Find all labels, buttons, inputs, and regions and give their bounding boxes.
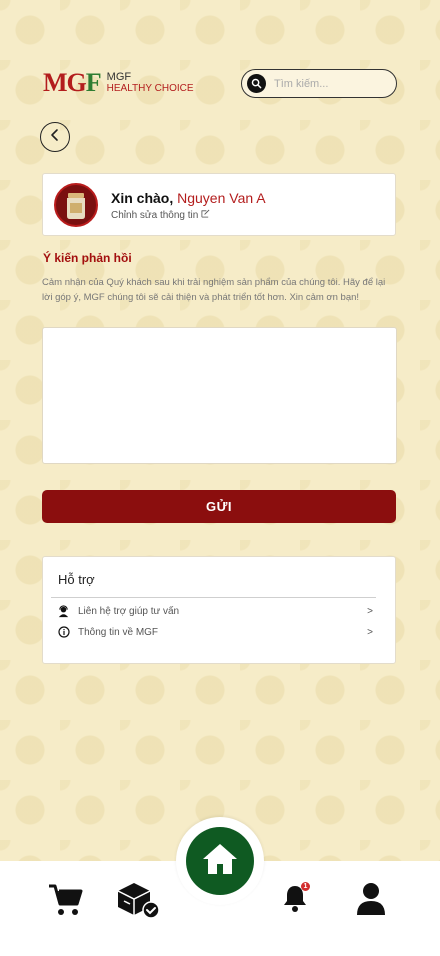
support-item-contact[interactable]: Liên hệ trợ giúp tư vấn >	[57, 603, 373, 619]
support-title: Hỗ trợ	[58, 572, 95, 587]
brand-logo[interactable]: MGF MGF HEALTHY CHOICE	[43, 66, 203, 100]
support-agent-icon	[57, 604, 70, 618]
chevron-right-icon: >	[367, 626, 373, 638]
logo-line-1: MGF	[106, 70, 132, 83]
support-card: Hỗ trợ Liên hệ trợ giúp tư vấn > Thông t…	[42, 556, 396, 664]
delivery-box-icon[interactable]	[116, 881, 160, 919]
logo-line-2: HEALTHY CHOICE	[106, 82, 194, 94]
search-icon[interactable]	[247, 74, 266, 93]
feedback-title: Ý kiến phản hồi	[43, 251, 132, 265]
edit-icon	[201, 209, 210, 221]
profile-card: Xin chào, Nguyen Van A Chỉnh sửa thông t…	[42, 173, 396, 236]
user-name: Nguyen Van A	[177, 190, 266, 206]
search-bar[interactable]	[241, 69, 397, 98]
submit-button[interactable]: GỬI	[42, 490, 396, 523]
feedback-textarea[interactable]	[42, 327, 397, 464]
back-button[interactable]	[40, 122, 70, 152]
support-item-label: Liên hệ trợ giúp tư vấn	[78, 605, 180, 617]
avatar[interactable]	[54, 183, 98, 227]
logo-mark: MGF	[43, 68, 102, 97]
divider	[51, 597, 376, 598]
info-icon	[57, 626, 70, 639]
cart-icon[interactable]	[47, 882, 83, 918]
home-button[interactable]	[186, 827, 254, 895]
search-input[interactable]	[274, 77, 384, 90]
support-item-info[interactable]: Thông tin về MGF >	[57, 624, 373, 640]
chevron-left-icon	[49, 128, 61, 147]
greeting-text: Xin chào, Nguyen Van A	[111, 190, 266, 206]
edit-profile-link[interactable]: Chỉnh sửa thông tin	[111, 209, 210, 221]
chevron-right-icon: >	[367, 605, 373, 617]
support-item-label: Thông tin về MGF	[78, 626, 159, 638]
home-icon	[201, 841, 239, 882]
notification-badge: 1	[301, 882, 310, 891]
home-button-wrapper	[176, 817, 264, 905]
user-icon[interactable]	[355, 882, 387, 916]
feedback-description: Cảm nhận của Quý khách sau khi trải nghi…	[42, 277, 386, 303]
notification-button[interactable]: 1	[281, 882, 310, 916]
